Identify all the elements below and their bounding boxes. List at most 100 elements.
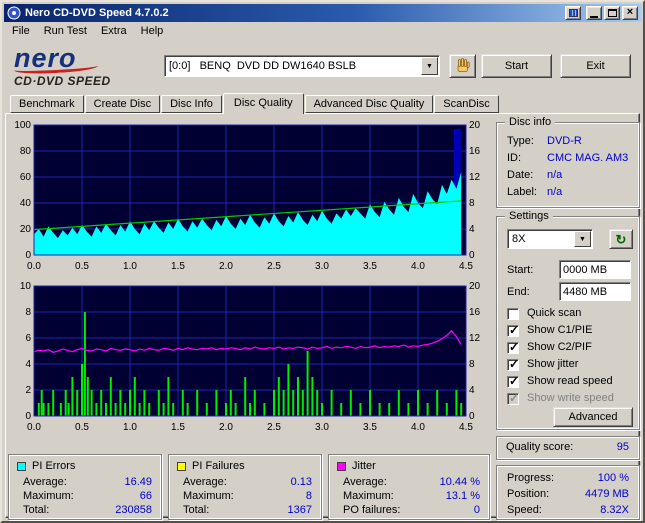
menu-run-test[interactable]: Run Test <box>37 24 94 38</box>
start-position-input[interactable] <box>559 260 631 279</box>
stat-value: 1367 <box>287 504 312 516</box>
quality-score-panel: Quality score: 95 <box>496 436 640 460</box>
stat-label: Total: <box>183 504 210 516</box>
pi-errors-legend-swatch <box>17 461 26 471</box>
tab-scandisc[interactable]: ScanDisc <box>434 95 499 113</box>
end-position-label: End: <box>507 286 530 298</box>
checkbox-label: Show C2/PIF <box>527 341 592 353</box>
chevron-down-icon[interactable]: ▼ <box>574 231 591 247</box>
svg-text:2.0: 2.0 <box>219 422 233 433</box>
exit-button[interactable]: Exit <box>560 54 631 78</box>
nero-logo: nero CD·DVD SPEED <box>13 45 164 88</box>
titlebar: Nero CD-DVD Speed 4.7.0.2 × <box>4 4 641 22</box>
pi-failures-legend-label: PI Failures <box>192 460 245 472</box>
close-icon: × <box>626 6 634 18</box>
pi-failures-chart: 0 2 4 6 8 10 0 4 8 12 16 20 0.0 0.5 1.0 1.5 2.0 2.5 3.0 3.5… <box>20 281 481 433</box>
svg-text:20: 20 <box>20 224 32 235</box>
stat-label: Maximum: <box>183 490 234 502</box>
svg-text:4.5: 4.5 <box>459 261 473 272</box>
pi-errors-chart: 0 20 40 60 80 100 0 4 8 12 16 20 0.0 0.5 1.0 1.5 2.0 2.5 3… <box>14 120 481 272</box>
maximize-button[interactable] <box>604 6 620 20</box>
svg-text:20: 20 <box>469 120 481 131</box>
menu-help[interactable]: Help <box>134 24 171 38</box>
window-title: Nero CD-DVD Speed 4.7.0.2 <box>25 7 169 19</box>
checkbox-box[interactable] <box>507 308 519 320</box>
jitter-panel: Jitter Average: 10.44 % Maximum: 13.1 % PO… <box>328 454 490 520</box>
svg-text:40: 40 <box>20 198 32 209</box>
svg-text:3.0: 3.0 <box>315 422 329 433</box>
stat-label: Maximum: <box>343 490 394 502</box>
drive-select[interactable]: [0:0] BENQ DVD DD DW1640 BSLB ▼ <box>164 55 440 77</box>
stat-label: Average: <box>23 476 67 488</box>
refresh-speed-button[interactable]: ↻ <box>609 229 633 249</box>
speed-label: Speed: <box>507 504 542 516</box>
pi-failures-panel: PI Failures Average: 0.13 Maximum: 8 Total… <box>168 454 322 520</box>
stat-label: Average: <box>183 476 227 488</box>
position-value: 4479 MB <box>584 488 629 500</box>
checkbox-box[interactable] <box>507 323 519 337</box>
tab-disc-info[interactable]: Disc Info <box>161 95 222 113</box>
svg-text:60: 60 <box>20 172 32 183</box>
titlebar-extra-button[interactable] <box>565 6 581 20</box>
checkbox-box[interactable] <box>507 340 519 354</box>
svg-text:0: 0 <box>469 250 475 261</box>
svg-text:6: 6 <box>25 333 31 344</box>
advanced-button[interactable]: Advanced <box>553 407 633 427</box>
progress-panel: Progress: 100 % Position: 4479 MB Speed: 8.… <box>496 465 640 520</box>
svg-text:3.5: 3.5 <box>363 422 377 433</box>
settings-title: Settings <box>505 209 553 224</box>
checkbox-label: Show write speed <box>527 392 614 404</box>
svg-text:10: 10 <box>20 281 32 292</box>
svg-text:0.0: 0.0 <box>27 261 41 272</box>
tabstrip: Benchmark Create Disc Disc Info Disc Qua… <box>10 92 640 114</box>
disc-info-panel: Disc info Type: DVD-R ID: CMC MAG. AM3 Dat… <box>496 115 640 208</box>
stat-value: 10.44 % <box>439 476 480 488</box>
progress-label: Progress: <box>507 472 555 484</box>
svg-text:8: 8 <box>469 198 475 209</box>
svg-text:4.0: 4.0 <box>411 261 425 272</box>
tab-create-disc[interactable]: Create Disc <box>84 95 161 113</box>
checkbox-box[interactable] <box>507 357 519 371</box>
checkbox-box[interactable] <box>507 391 519 405</box>
jitter-legend-label: Jitter <box>352 460 376 472</box>
chevron-down-icon[interactable]: ▼ <box>421 57 438 75</box>
po-failures-label: PO failures: <box>343 504 401 516</box>
svg-text:2: 2 <box>25 385 31 396</box>
tab-benchmark[interactable]: Benchmark <box>10 95 84 113</box>
svg-text:100: 100 <box>14 120 31 131</box>
svg-text:12: 12 <box>469 172 481 183</box>
eject-hand-button[interactable] <box>449 54 476 78</box>
stat-label: Maximum: <box>23 490 74 502</box>
position-label: Position: <box>507 488 550 500</box>
app-icon <box>7 6 21 20</box>
stat-value: 8 <box>305 490 312 502</box>
minimize-button[interactable] <box>586 6 602 20</box>
start-position-label: Start: <box>507 264 534 276</box>
speed-value: 8.32X <box>600 504 629 516</box>
svg-text:1.0: 1.0 <box>123 261 137 272</box>
speed-select[interactable]: 8X ▼ <box>507 229 593 249</box>
drive-select-value: [0:0] BENQ DVD DD DW1640 BSLB <box>169 60 357 72</box>
svg-text:2.0: 2.0 <box>219 261 233 272</box>
menu-file[interactable]: File <box>5 24 37 38</box>
tab-advanced-disc-quality[interactable]: Advanced Disc Quality <box>304 95 434 113</box>
stat-value: 0.13 <box>290 476 312 488</box>
svg-text:16: 16 <box>469 146 481 157</box>
checkbox-label: Quick scan <box>527 307 582 319</box>
progress-value: 100 % <box>597 472 629 484</box>
svg-text:8: 8 <box>469 359 475 370</box>
svg-text:4: 4 <box>25 359 31 370</box>
svg-text:20: 20 <box>469 281 481 292</box>
start-button[interactable]: Start <box>481 54 552 78</box>
svg-text:0.0: 0.0 <box>27 422 41 433</box>
blue-grid-icon <box>568 9 578 17</box>
checkbox-box[interactable] <box>507 374 519 388</box>
end-position-input[interactable] <box>559 282 631 301</box>
disc-type-value: DVD-R <box>547 135 582 147</box>
menu-extra[interactable]: Extra <box>94 24 134 38</box>
quality-score-value: 95 <box>616 441 629 453</box>
quality-score-label: Quality score: <box>506 441 574 453</box>
close-button[interactable]: × <box>622 6 638 20</box>
tab-disc-quality[interactable]: Disc Quality <box>222 93 304 114</box>
hand-icon <box>457 58 470 72</box>
